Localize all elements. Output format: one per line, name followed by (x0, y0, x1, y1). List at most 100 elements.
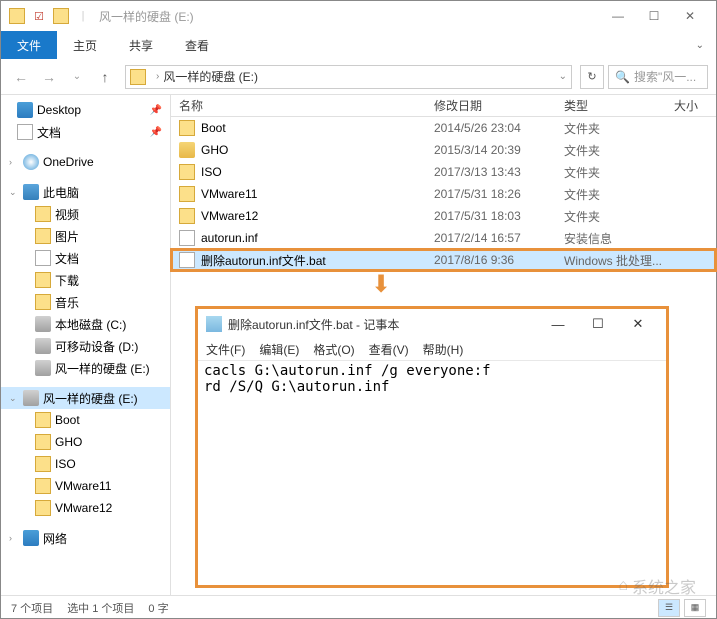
sidebar-item-network[interactable]: ›网络 (1, 527, 170, 549)
quick-access-folder-icon[interactable] (53, 8, 69, 24)
notepad-menu-file[interactable]: 文件(F) (206, 341, 245, 358)
folder-icon (35, 434, 51, 450)
status-item-count: 7 个项目 (11, 600, 53, 616)
file-row[interactable]: Boot2014/5/26 23:04文件夹 (171, 117, 716, 139)
notepad-menu-edit[interactable]: 编辑(E) (259, 341, 299, 358)
sidebar-item-drive-d[interactable]: 可移动设备 (D:) (1, 335, 170, 357)
file-type: 文件夹 (556, 120, 666, 137)
sidebar-item-desktop[interactable]: Desktop📌 (1, 99, 170, 121)
column-headers: 名称 修改日期 类型 大小 (171, 95, 716, 117)
desktop-icon (17, 102, 33, 118)
file-date: 2017/5/31 18:26 (426, 187, 556, 201)
notepad-menu-help[interactable]: 帮助(H) (423, 341, 464, 358)
search-placeholder: 搜索"风一... (634, 68, 696, 85)
onedrive-icon (23, 154, 39, 170)
status-bar: 7 个项目 选中 1 个项目 0 字 ☰ ▦ (1, 595, 716, 619)
notepad-title: 删除autorun.inf文件.bat - 记事本 (228, 316, 538, 333)
file-row[interactable]: autorun.inf2017/2/14 16:57安装信息 (171, 227, 716, 249)
file-name: 删除autorun.inf文件.bat (201, 252, 326, 269)
network-icon (23, 530, 39, 546)
view-icons-button[interactable]: ▦ (684, 599, 706, 617)
window-titlebar: ☑ | 风一样的硬盘 (E:) — ☐ ✕ (1, 1, 716, 31)
nav-recent-dropdown[interactable]: ⌄ (65, 65, 89, 89)
file-icon (179, 142, 195, 158)
search-input[interactable]: 🔍 搜索"风一... (608, 65, 708, 89)
notepad-titlebar[interactable]: 删除autorun.inf文件.bat - 记事本 — ☐ ✕ (198, 309, 666, 339)
drive-icon (35, 338, 51, 354)
sidebar-item-iso[interactable]: ISO (1, 453, 170, 475)
file-row[interactable]: 删除autorun.inf文件.bat2017/8/16 9:36Windows… (171, 249, 716, 271)
tab-file[interactable]: 文件 (1, 31, 57, 59)
file-icon (179, 252, 195, 268)
folder-icon (35, 294, 51, 310)
file-row[interactable]: VMware122017/5/31 18:03文件夹 (171, 205, 716, 227)
file-date: 2015/3/14 20:39 (426, 143, 556, 157)
refresh-button[interactable]: ↻ (580, 65, 604, 89)
sidebar-item-documents2[interactable]: 文档 (1, 247, 170, 269)
notepad-icon (206, 316, 222, 332)
sidebar-item-music[interactable]: 音乐 (1, 291, 170, 313)
file-row[interactable]: GHO2015/3/14 20:39文件夹 (171, 139, 716, 161)
file-list[interactable]: Boot2014/5/26 23:04文件夹 GHO 2015/3/14 20:39… (171, 117, 716, 271)
close-button[interactable]: ✕ (672, 3, 708, 29)
notepad-close-button[interactable]: ✕ (618, 311, 658, 337)
nav-back-button[interactable]: ← (9, 65, 33, 89)
document-icon (17, 124, 33, 140)
notepad-minimize-button[interactable]: — (538, 311, 578, 337)
address-bar[interactable]: › 风一样的硬盘 (E:) ⌄ (125, 65, 572, 89)
file-row[interactable]: VMware112017/5/31 18:26文件夹 (171, 183, 716, 205)
notepad-editor[interactable]: cacls G:\autorun.inf /g everyone:f rd /S… (198, 361, 666, 585)
column-date[interactable]: 修改日期 (426, 95, 556, 116)
nav-up-button[interactable]: ↑ (93, 65, 117, 89)
sidebar-item-drive-c[interactable]: 本地磁盘 (C:) (1, 313, 170, 335)
file-name: VMware11 (201, 187, 257, 201)
minimize-button[interactable]: — (600, 3, 636, 29)
drive-icon (35, 360, 51, 376)
file-date: 2014/5/26 23:04 (426, 121, 556, 135)
sidebar-item-onedrive[interactable]: ›OneDrive (1, 151, 170, 173)
column-size[interactable]: 大小 (666, 95, 716, 116)
pin-icon: 📌 (150, 127, 162, 138)
column-type[interactable]: 类型 (556, 95, 666, 116)
sidebar-item-videos[interactable]: 视频 (1, 203, 170, 225)
watermark: ⌂ 系统之家 (618, 574, 696, 598)
sidebar-item-downloads[interactable]: 下载 (1, 269, 170, 291)
breadcrumb[interactable]: 风一样的硬盘 (E:) (163, 68, 258, 85)
ribbon-expand-icon[interactable]: ⌄ (684, 31, 716, 59)
sidebar-item-thispc[interactable]: ⌄此电脑 (1, 181, 170, 203)
sidebar-item-gho[interactable]: GHO (1, 431, 170, 453)
notepad-menu-view[interactable]: 查看(V) (369, 341, 409, 358)
address-dropdown-icon[interactable]: ⌄ (559, 71, 567, 82)
sidebar-item-drive-e[interactable]: 风一样的硬盘 (E:) (1, 357, 170, 379)
nav-forward-button[interactable]: → (37, 65, 61, 89)
file-row[interactable]: ISO2017/3/13 13:43文件夹 (171, 161, 716, 183)
folder-icon (35, 500, 51, 516)
tab-view[interactable]: 查看 (169, 31, 225, 59)
column-name[interactable]: 名称 (171, 95, 426, 116)
sidebar-item-documents[interactable]: 文档📌 (1, 121, 170, 143)
address-folder-icon (130, 69, 146, 85)
document-icon (35, 250, 51, 266)
file-name: VMware12 (201, 209, 258, 223)
watermark-logo-icon: ⌂ (618, 577, 628, 595)
tab-home[interactable]: 主页 (57, 31, 113, 59)
file-type: 安装信息 (556, 230, 666, 247)
sidebar-item-drive-e-expanded[interactable]: ⌄风一样的硬盘 (E:) (1, 387, 170, 409)
sidebar-item-boot[interactable]: Boot (1, 409, 170, 431)
maximize-button[interactable]: ☐ (636, 3, 672, 29)
breadcrumb-separator-icon[interactable]: › (156, 71, 159, 82)
notepad-menu-format[interactable]: 格式(O) (313, 341, 354, 358)
sidebar-item-pictures[interactable]: 图片 (1, 225, 170, 247)
pin-icon: 📌 (150, 105, 162, 116)
status-selected-count: 选中 1 个项目 (67, 600, 134, 616)
notepad-maximize-button[interactable]: ☐ (578, 311, 618, 337)
pc-icon (23, 184, 39, 200)
tab-share[interactable]: 共享 (113, 31, 169, 59)
sidebar-item-vmware11[interactable]: VMware11 (1, 475, 170, 497)
navigation-pane[interactable]: Desktop📌 文档📌 ›OneDrive ⌄此电脑 视频 图片 文档 下载 … (1, 95, 171, 595)
quick-access-check-icon[interactable]: ☑ (31, 8, 47, 24)
file-name: GHO (201, 143, 228, 157)
view-details-button[interactable]: ☰ (658, 599, 680, 617)
drive-icon (23, 390, 39, 406)
sidebar-item-vmware12[interactable]: VMware12 (1, 497, 170, 519)
